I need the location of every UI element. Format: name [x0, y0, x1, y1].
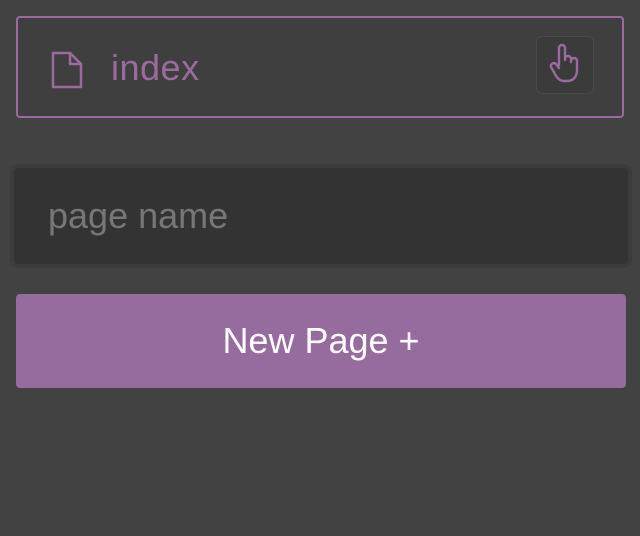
- page-name-input[interactable]: [14, 168, 628, 264]
- page-label: index: [111, 47, 200, 88]
- pages-panel: index New Page +: [0, 0, 640, 536]
- page-name-field: [10, 164, 632, 268]
- pointer-hand-icon: [547, 43, 583, 88]
- page-list-item-index[interactable]: index: [16, 16, 624, 118]
- file-icon: [50, 51, 84, 89]
- select-page-button[interactable]: [536, 36, 594, 94]
- new-page-button[interactable]: New Page +: [16, 294, 626, 388]
